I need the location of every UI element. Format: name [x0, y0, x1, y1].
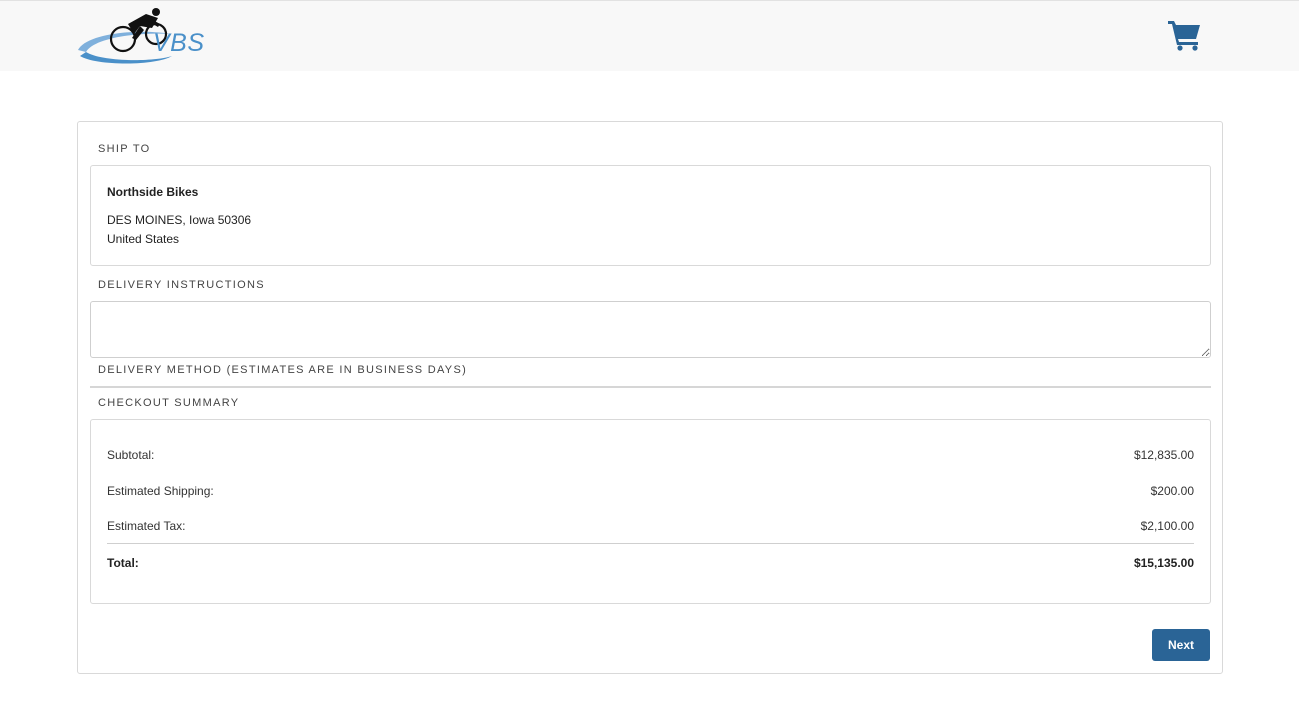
subtotal-row: Subtotal: $12,835.00 [107, 448, 1194, 462]
shipping-row: Estimated Shipping: $200.00 [107, 484, 1194, 498]
delivery-instructions-label: DELIVERY INSTRUCTIONS [98, 279, 265, 291]
tax-value: $2,100.00 [1140, 519, 1194, 533]
summary-divider [107, 543, 1194, 544]
shopping-cart-icon[interactable] [1166, 17, 1204, 51]
delivery-instructions-input[interactable] [90, 301, 1211, 358]
ship-to-address-box: Northside Bikes DES MOINES, Iowa 50306 U… [90, 165, 1211, 266]
total-row: Total: $15,135.00 [107, 556, 1194, 570]
subtotal-label: Subtotal: [107, 448, 155, 462]
checkout-card: SHIP TO Northside Bikes DES MOINES, Iowa… [77, 121, 1223, 674]
tax-row: Estimated Tax: $2,100.00 [107, 519, 1194, 533]
subtotal-value: $12,835.00 [1133, 448, 1194, 462]
checkout-summary-box: Subtotal: $12,835.00 Estimated Shipping:… [90, 419, 1211, 604]
delivery-method-label: DELIVERY METHOD (ESTIMATES ARE IN BUSINE… [98, 364, 468, 376]
tax-label: Estimated Tax: [107, 519, 186, 533]
delivery-method-divider [90, 386, 1211, 388]
ship-to-country: United States [107, 232, 180, 246]
shipping-value: $200.00 [1150, 484, 1194, 498]
top-header: VBS [0, 0, 1299, 71]
logo-text: VBS [153, 29, 205, 57]
vbs-logo[interactable]: VBS [76, 4, 206, 68]
total-value: $15,135.00 [1133, 556, 1194, 570]
checkout-summary-label: CHECKOUT SUMMARY [98, 397, 240, 409]
ship-to-city-line: DES MOINES, Iowa 50306 [107, 213, 252, 227]
next-button[interactable]: Next [1152, 629, 1210, 661]
shipping-label: Estimated Shipping: [107, 484, 214, 498]
ship-to-label: SHIP TO [98, 143, 151, 155]
ship-to-name: Northside Bikes [107, 185, 199, 199]
total-label: Total: [107, 556, 139, 570]
